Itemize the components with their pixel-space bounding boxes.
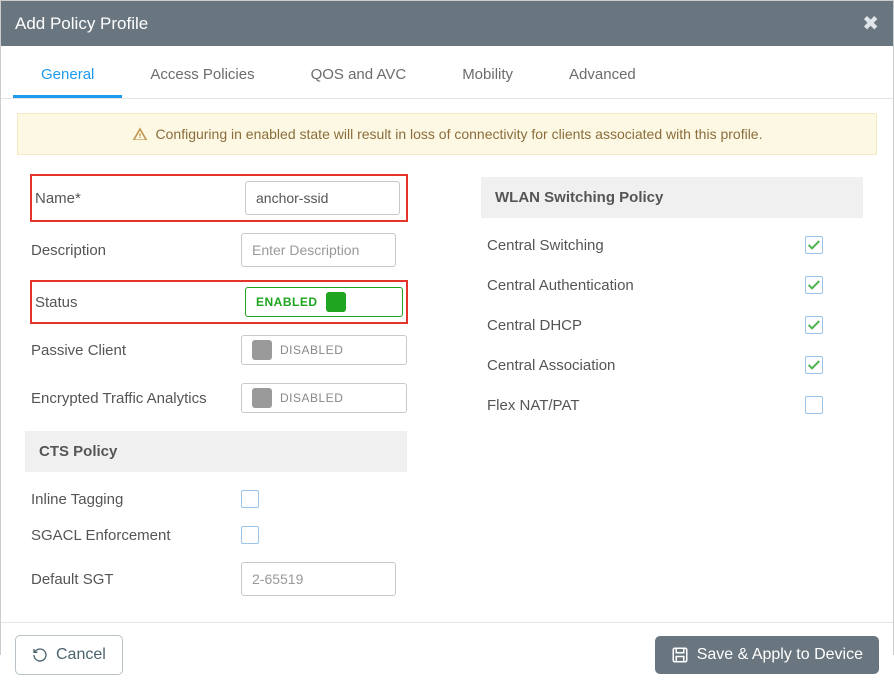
central-dhcp-checkbox[interactable] [805, 316, 823, 334]
tab-access-policies[interactable]: Access Policies [122, 56, 282, 98]
tab-qos-avc[interactable]: QOS and AVC [283, 56, 435, 98]
modal-titlebar: Add Policy Profile ✖ [1, 1, 893, 46]
status-value: ENABLED [256, 295, 318, 309]
right-column: WLAN Switching Policy Central Switching … [487, 179, 863, 614]
default-sgt-row: Default SGT [31, 562, 407, 596]
tab-mobility[interactable]: Mobility [434, 56, 541, 98]
central-auth-label: Central Authentication [487, 277, 634, 294]
eta-value: DISABLED [280, 391, 343, 405]
central-assoc-checkbox[interactable] [805, 356, 823, 374]
central-switching-label: Central Switching [487, 237, 604, 254]
name-input[interactable] [245, 181, 400, 215]
modal-body: Name* Description Status ENABLED Passive… [1, 169, 893, 622]
flex-nat-label: Flex NAT/PAT [487, 397, 580, 414]
save-icon [671, 646, 689, 664]
undo-icon [32, 647, 48, 663]
description-input[interactable] [241, 233, 396, 267]
tab-bar: General Access Policies QOS and AVC Mobi… [1, 56, 893, 99]
cancel-button[interactable]: Cancel [15, 635, 123, 675]
sgacl-checkbox[interactable] [241, 526, 259, 544]
inline-tagging-label: Inline Tagging [31, 491, 241, 508]
tab-general[interactable]: General [13, 56, 122, 98]
central-assoc-row: Central Association [487, 356, 863, 374]
modal-title: Add Policy Profile [15, 14, 148, 34]
check-icon [806, 237, 822, 253]
warning-icon [132, 126, 148, 142]
toggle-indicator-icon [252, 388, 272, 408]
cts-policy-header: CTS Policy [25, 431, 407, 472]
warning-text: Configuring in enabled state will result… [156, 126, 763, 142]
inline-tagging-checkbox[interactable] [241, 490, 259, 508]
central-auth-row: Central Authentication [487, 276, 863, 294]
eta-row: Encrypted Traffic Analytics DISABLED [31, 383, 407, 413]
cancel-label: Cancel [56, 646, 106, 664]
status-row: Status ENABLED [31, 281, 407, 323]
eta-toggle[interactable]: DISABLED [241, 383, 407, 413]
status-toggle[interactable]: ENABLED [245, 287, 403, 317]
passive-client-row: Passive Client DISABLED [31, 335, 407, 365]
description-label: Description [31, 242, 241, 259]
save-label: Save & Apply to Device [697, 646, 863, 664]
name-label: Name* [35, 190, 245, 207]
check-icon [806, 357, 822, 373]
status-label: Status [35, 294, 245, 311]
check-icon [806, 317, 822, 333]
passive-client-label: Passive Client [31, 342, 241, 359]
close-icon[interactable]: ✖ [862, 11, 879, 36]
warning-alert: Configuring in enabled state will result… [17, 113, 877, 155]
description-row: Description [31, 233, 407, 267]
flex-nat-checkbox[interactable] [805, 396, 823, 414]
central-dhcp-row: Central DHCP [487, 316, 863, 334]
toggle-indicator-icon [326, 292, 346, 312]
central-dhcp-label: Central DHCP [487, 317, 582, 334]
passive-client-toggle[interactable]: DISABLED [241, 335, 407, 365]
central-switching-row: Central Switching [487, 236, 863, 254]
eta-label: Encrypted Traffic Analytics [31, 390, 241, 407]
central-assoc-label: Central Association [487, 357, 615, 374]
default-sgt-label: Default SGT [31, 571, 241, 588]
central-switching-checkbox[interactable] [805, 236, 823, 254]
flex-nat-row: Flex NAT/PAT [487, 396, 863, 414]
name-row: Name* [31, 175, 407, 221]
left-column: Name* Description Status ENABLED Passive… [31, 179, 407, 614]
central-auth-checkbox[interactable] [805, 276, 823, 294]
passive-client-value: DISABLED [280, 343, 343, 357]
add-policy-profile-modal: Add Policy Profile ✖ General Access Poli… [0, 0, 894, 655]
default-sgt-input[interactable] [241, 562, 396, 596]
tab-advanced[interactable]: Advanced [541, 56, 664, 98]
wlan-switching-header: WLAN Switching Policy [481, 177, 863, 218]
inline-tagging-row: Inline Tagging [31, 490, 407, 508]
toggle-indicator-icon [252, 340, 272, 360]
check-icon [806, 277, 822, 293]
save-apply-button[interactable]: Save & Apply to Device [655, 636, 879, 674]
sgacl-label: SGACL Enforcement [31, 527, 241, 544]
sgacl-row: SGACL Enforcement [31, 526, 407, 544]
